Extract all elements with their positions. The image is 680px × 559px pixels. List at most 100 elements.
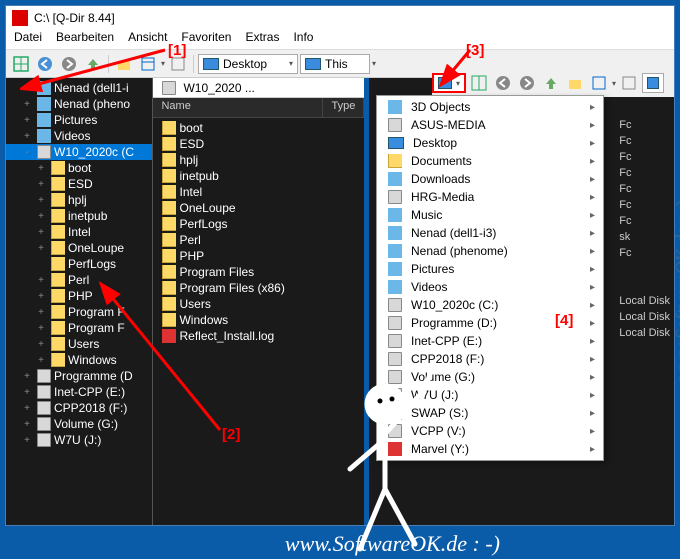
- expander-icon[interactable]: +: [20, 83, 34, 94]
- tree-item[interactable]: +Perl: [6, 272, 152, 288]
- expander-icon[interactable]: +: [34, 323, 48, 334]
- config-button[interactable]: [618, 72, 640, 94]
- list-item[interactable]: Intel: [153, 184, 364, 200]
- config-button[interactable]: [167, 53, 189, 75]
- dropdown-item[interactable]: Marvel (Y:)▸: [379, 440, 601, 458]
- list-item[interactable]: Users: [153, 296, 364, 312]
- layout-button[interactable]: [468, 72, 490, 94]
- list-item[interactable]: Reflect_Install.log: [153, 328, 364, 344]
- dropdown-item[interactable]: 3D Objects▸: [379, 98, 601, 116]
- dropdown-item[interactable]: Volume (G:)▸: [379, 368, 601, 386]
- explore-button[interactable]: [564, 72, 586, 94]
- expander-icon[interactable]: +: [20, 387, 34, 398]
- address-thispc[interactable]: This: [300, 54, 370, 74]
- tree-item[interactable]: +Programme (D: [6, 368, 152, 384]
- up-button[interactable]: [540, 72, 562, 94]
- chevron-down-icon[interactable]: ▾: [372, 59, 376, 68]
- menu-favoriten[interactable]: Favoriten: [181, 30, 231, 49]
- expander-icon[interactable]: +: [34, 163, 48, 174]
- dropdown-item[interactable]: Music▸: [379, 206, 601, 224]
- list-item[interactable]: hplj: [153, 152, 364, 168]
- expander-icon[interactable]: +: [20, 419, 34, 430]
- location-dropdown[interactable]: 3D Objects▸ASUS-MEDIA▸Desktop▸Documents▸…: [376, 95, 604, 461]
- list-item[interactable]: PHP: [153, 248, 364, 264]
- expander-icon[interactable]: -: [20, 147, 34, 158]
- pane-tab[interactable]: W10_2020 ...: [153, 78, 364, 98]
- expander-icon[interactable]: +: [34, 307, 48, 318]
- address-highlighted[interactable]: ▾: [432, 73, 466, 93]
- forward-button[interactable]: [58, 53, 80, 75]
- dropdown-item[interactable]: Programme (D:)▸: [379, 314, 601, 332]
- expander-icon[interactable]: +: [20, 371, 34, 382]
- expander-icon[interactable]: +: [20, 99, 34, 110]
- tree-item[interactable]: +ESD: [6, 176, 152, 192]
- dropdown-item[interactable]: Pictures▸: [379, 260, 601, 278]
- back-button[interactable]: [492, 72, 514, 94]
- expander-icon[interactable]: +: [34, 291, 48, 302]
- dropdown-item[interactable]: Downloads▸: [379, 170, 601, 188]
- tree-item[interactable]: +Inet-CPP (E:): [6, 384, 152, 400]
- tree-item[interactable]: +Windows: [6, 352, 152, 368]
- tree-item[interactable]: +Intel: [6, 224, 152, 240]
- expander-icon[interactable]: +: [34, 227, 48, 238]
- chevron-down-icon[interactable]: ▾: [289, 59, 293, 68]
- dropdown-item[interactable]: Desktop▸: [379, 134, 601, 152]
- menu-datei[interactable]: Datei: [14, 30, 42, 49]
- explore-button[interactable]: [113, 53, 135, 75]
- tree-item[interactable]: +Volume (G:): [6, 416, 152, 432]
- menu-ansicht[interactable]: Ansicht: [128, 30, 167, 49]
- column-headers[interactable]: Name Type: [153, 98, 364, 118]
- expander-icon[interactable]: +: [34, 243, 48, 254]
- expander-icon[interactable]: +: [20, 131, 34, 142]
- view-button[interactable]: [137, 53, 159, 75]
- address-desktop2[interactable]: [642, 73, 664, 93]
- tree-item[interactable]: +OneLoupe: [6, 240, 152, 256]
- chevron-down-icon[interactable]: ▾: [161, 59, 165, 68]
- forward-button[interactable]: [516, 72, 538, 94]
- expander-icon[interactable]: +: [34, 211, 48, 222]
- dropdown-item[interactable]: ASUS-MEDIA▸: [379, 116, 601, 134]
- back-button[interactable]: [34, 53, 56, 75]
- list-item[interactable]: PerfLogs: [153, 216, 364, 232]
- expander-icon[interactable]: +: [34, 275, 48, 286]
- list-item[interactable]: Program Files (x86): [153, 280, 364, 296]
- expander-icon[interactable]: +: [34, 195, 48, 206]
- address-desktop[interactable]: Desktop ▾: [198, 54, 298, 74]
- tree-item[interactable]: +Nenad (pheno: [6, 96, 152, 112]
- tree-item[interactable]: +boot: [6, 160, 152, 176]
- tree-item[interactable]: +inetpub: [6, 208, 152, 224]
- tree-item[interactable]: PerfLogs: [6, 256, 152, 272]
- layout-button[interactable]: [10, 53, 32, 75]
- list-item[interactable]: Windows: [153, 312, 364, 328]
- dropdown-item[interactable]: W7U (J:)▸: [379, 386, 601, 404]
- tree-item[interactable]: +CPP2018 (F:): [6, 400, 152, 416]
- chevron-down-icon[interactable]: ▾: [456, 79, 460, 88]
- expander-icon[interactable]: +: [34, 339, 48, 350]
- titlebar[interactable]: C:\ [Q-Dir 8.44]: [6, 6, 674, 30]
- dropdown-item[interactable]: W10_2020c (C:)▸: [379, 296, 601, 314]
- tree-item[interactable]: +W7U (J:): [6, 432, 152, 448]
- dropdown-item[interactable]: HRG-Media▸: [379, 188, 601, 206]
- dropdown-item[interactable]: SWAP (S:)▸: [379, 404, 601, 422]
- tree-item[interactable]: +Program F: [6, 320, 152, 336]
- tree-item[interactable]: +hplj: [6, 192, 152, 208]
- view-button[interactable]: [588, 72, 610, 94]
- tree-item[interactable]: +Program F: [6, 304, 152, 320]
- tree-item[interactable]: -W10_2020c (C: [6, 144, 152, 160]
- list-item[interactable]: ESD: [153, 136, 364, 152]
- tree-item[interactable]: +Nenad (dell1-i: [6, 80, 152, 96]
- dropdown-item[interactable]: Videos▸: [379, 278, 601, 296]
- expander-icon[interactable]: +: [20, 435, 34, 446]
- dropdown-item[interactable]: Documents▸: [379, 152, 601, 170]
- dropdown-item[interactable]: Nenad (phenome)▸: [379, 242, 601, 260]
- expander-icon[interactable]: +: [34, 355, 48, 366]
- col-type[interactable]: Type: [323, 98, 364, 117]
- dropdown-item[interactable]: CPP2018 (F:)▸: [379, 350, 601, 368]
- tree-item[interactable]: +Pictures: [6, 112, 152, 128]
- col-name[interactable]: Name: [153, 98, 323, 117]
- menu-bearbeiten[interactable]: Bearbeiten: [56, 30, 114, 49]
- dropdown-item[interactable]: VCPP (V:)▸: [379, 422, 601, 440]
- dropdown-item[interactable]: Nenad (dell1-i3)▸: [379, 224, 601, 242]
- expander-icon[interactable]: +: [20, 115, 34, 126]
- menu-info[interactable]: Info: [293, 30, 313, 49]
